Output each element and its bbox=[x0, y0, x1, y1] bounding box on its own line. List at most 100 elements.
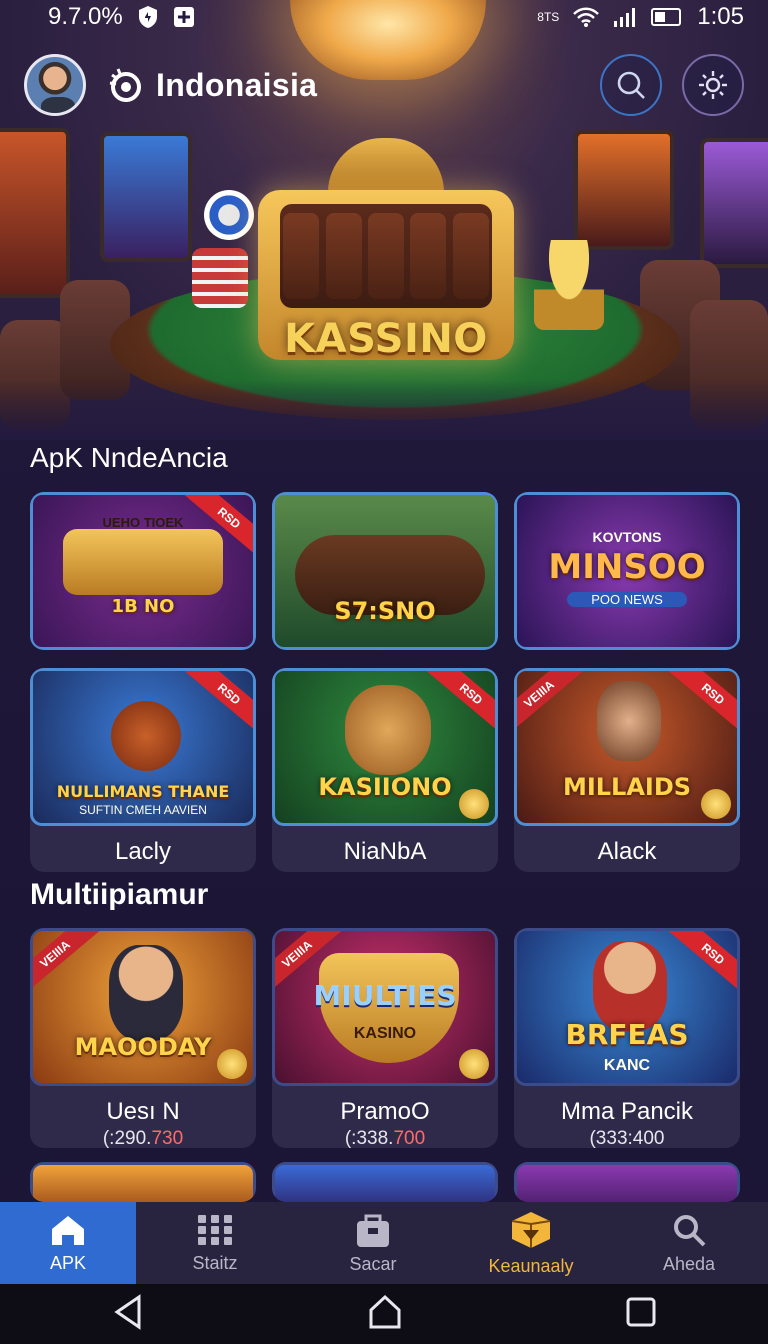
mini-slot bbox=[63, 529, 223, 595]
slot-machine-right-2 bbox=[700, 138, 768, 268]
nav-item-apk[interactable]: APK bbox=[0, 1202, 136, 1284]
mascot bbox=[597, 681, 661, 761]
game-card[interactable]: UEHO TIOEK 1B NO RSD bbox=[30, 492, 256, 650]
game-label: Lacly bbox=[114, 838, 172, 865]
game-art bbox=[30, 1162, 256, 1202]
game-art: MAOODAY VEIIIA bbox=[30, 928, 256, 1086]
slot-reels bbox=[280, 204, 492, 308]
signal-text: 8TS bbox=[537, 10, 560, 24]
game-label: Mma Pancik bbox=[560, 1098, 694, 1125]
nav-label: Aheda bbox=[662, 1253, 716, 1274]
game-card[interactable]: MILLAIDS RSD VEIIIA Alack bbox=[514, 668, 740, 872]
game-card[interactable]: BRFEAS KANC RSD Mma Pancik (333:400 bbox=[514, 928, 740, 1148]
reel bbox=[452, 213, 489, 299]
game-art-title: S7:SNO bbox=[334, 597, 436, 625]
search-icon bbox=[674, 1214, 706, 1246]
slot-machine-right bbox=[574, 130, 674, 250]
game-card[interactable]: S7:SNO bbox=[272, 492, 498, 650]
slot-dome bbox=[328, 138, 444, 198]
nav-item-staitz[interactable]: Staitz bbox=[136, 1202, 294, 1284]
mascot bbox=[109, 945, 183, 1041]
bag-icon bbox=[357, 1214, 389, 1247]
game-art: UEHO TIOEK 1B NO RSD bbox=[30, 492, 256, 650]
coin-icon bbox=[459, 789, 489, 819]
plus-icon bbox=[173, 6, 195, 28]
game-sub-prefix: (:290. bbox=[102, 1128, 152, 1148]
game-art-top: KOVTONS bbox=[592, 529, 662, 545]
section-title-multiplayer: Multiipiamur bbox=[30, 878, 209, 911]
nav-label: Keaunaaly bbox=[488, 1255, 574, 1276]
game-card[interactable] bbox=[514, 1162, 740, 1202]
game-art-title: BRFEAS bbox=[565, 1018, 689, 1051]
nav-item-sacar[interactable]: Sacar bbox=[294, 1202, 452, 1284]
game-art: KOVTONS MINSOO POO NEWS bbox=[514, 492, 740, 650]
mascot bbox=[111, 701, 181, 771]
game-card[interactable]: KOVTONS MINSOO POO NEWS bbox=[514, 492, 740, 650]
floating-chip bbox=[204, 190, 254, 240]
grid-icon bbox=[198, 1214, 232, 1245]
avatar[interactable] bbox=[24, 54, 86, 116]
game-label: NiaNbA bbox=[343, 838, 427, 865]
shield-icon bbox=[137, 5, 159, 29]
nav-label: Sacar bbox=[349, 1253, 397, 1274]
game-card[interactable] bbox=[272, 1162, 498, 1202]
app-header: Indonaisia bbox=[0, 40, 768, 130]
nav-item-keaunaaly[interactable]: Keaunaaly bbox=[452, 1202, 610, 1284]
game-sub: (333:400 bbox=[514, 1128, 740, 1148]
app-screen: KASSINO 9.7.0% 8TS 1:05 Indonaisia ApK N… bbox=[0, 0, 768, 1344]
game-art: S7:SNO bbox=[272, 492, 498, 650]
trophy-cup bbox=[534, 240, 604, 330]
back-icon[interactable] bbox=[111, 1293, 145, 1335]
ribbon-badge-left: VEIIIA bbox=[33, 931, 101, 995]
settings-button[interactable] bbox=[682, 54, 744, 116]
battery-icon bbox=[651, 7, 683, 27]
mascot bbox=[345, 685, 431, 775]
bottom-nav: APK Staitz Sacar Keaunaaly Aheda bbox=[0, 1202, 768, 1284]
game-label: Uesı N bbox=[106, 1098, 180, 1125]
ribbon-badge-left: VEIIIA bbox=[517, 671, 585, 735]
coin-icon bbox=[701, 789, 731, 819]
reel bbox=[367, 213, 404, 299]
system-nav-bar bbox=[0, 1284, 768, 1344]
reel bbox=[325, 213, 362, 299]
box-icon bbox=[511, 1211, 551, 1248]
game-card[interactable] bbox=[30, 1162, 256, 1202]
slot-machine-left bbox=[0, 128, 70, 298]
game-art-sub: POO NEWS bbox=[567, 592, 687, 607]
game-card[interactable]: MAOODAY VEIIIA Uesı N (:290.730 bbox=[30, 928, 256, 1148]
search-icon bbox=[617, 71, 645, 99]
game-art: MIULTIES KASINO VEIIIA bbox=[272, 928, 498, 1086]
game-sub-highlight: 730 bbox=[151, 1128, 184, 1148]
game-art-title: MINSOO bbox=[548, 547, 706, 587]
ribbon-badge: RSD bbox=[667, 671, 737, 735]
reel bbox=[283, 213, 320, 299]
search-button[interactable] bbox=[600, 54, 662, 116]
app-title: Indonaisia bbox=[156, 66, 318, 103]
coin-icon bbox=[217, 1049, 247, 1079]
game-art bbox=[514, 1162, 740, 1202]
game-art: BRFEAS KANC RSD bbox=[514, 928, 740, 1086]
recents-icon[interactable] bbox=[625, 1296, 657, 1333]
game-art: NULLIMANS THANE SUFTIN CMEH AAVIEN RSD bbox=[30, 668, 256, 826]
home-icon bbox=[52, 1215, 84, 1245]
clock: 1:05 bbox=[697, 3, 744, 30]
coin-icon bbox=[459, 1049, 489, 1079]
game-card[interactable]: NULLIMANS THANE SUFTIN CMEH AAVIEN RSD L… bbox=[30, 668, 256, 872]
game-card[interactable]: KASIIONO RSD NiaNbA bbox=[272, 668, 498, 872]
section-title-apk: ApK NndeAncia bbox=[30, 442, 228, 473]
nav-item-aheda[interactable]: Aheda bbox=[610, 1202, 768, 1284]
hero-logo-text: KASSINO bbox=[284, 316, 488, 362]
game-sub-prefix: (:338. bbox=[344, 1128, 394, 1148]
game-sub-highlight: 700 bbox=[393, 1128, 426, 1148]
game-art-sub: SUFTIN CMEH AAVIEN bbox=[79, 803, 207, 817]
game-sub: (:338.700 bbox=[272, 1128, 498, 1148]
status-bar: 9.7.0% 8TS 1:05 bbox=[0, 0, 768, 34]
game-art: MILLAIDS RSD VEIIIA bbox=[514, 668, 740, 826]
game-art-sub: KASINO bbox=[353, 1025, 417, 1042]
ribbon-badge: RSD bbox=[667, 931, 737, 995]
home-button-icon[interactable] bbox=[368, 1294, 402, 1335]
chip-stack bbox=[192, 248, 248, 308]
game-art-title: MIULTIES bbox=[313, 979, 457, 1012]
game-art-title: 1B NO bbox=[111, 596, 175, 617]
game-card[interactable]: MIULTIES KASINO VEIIIA PramoO (:338.700 bbox=[272, 928, 498, 1148]
